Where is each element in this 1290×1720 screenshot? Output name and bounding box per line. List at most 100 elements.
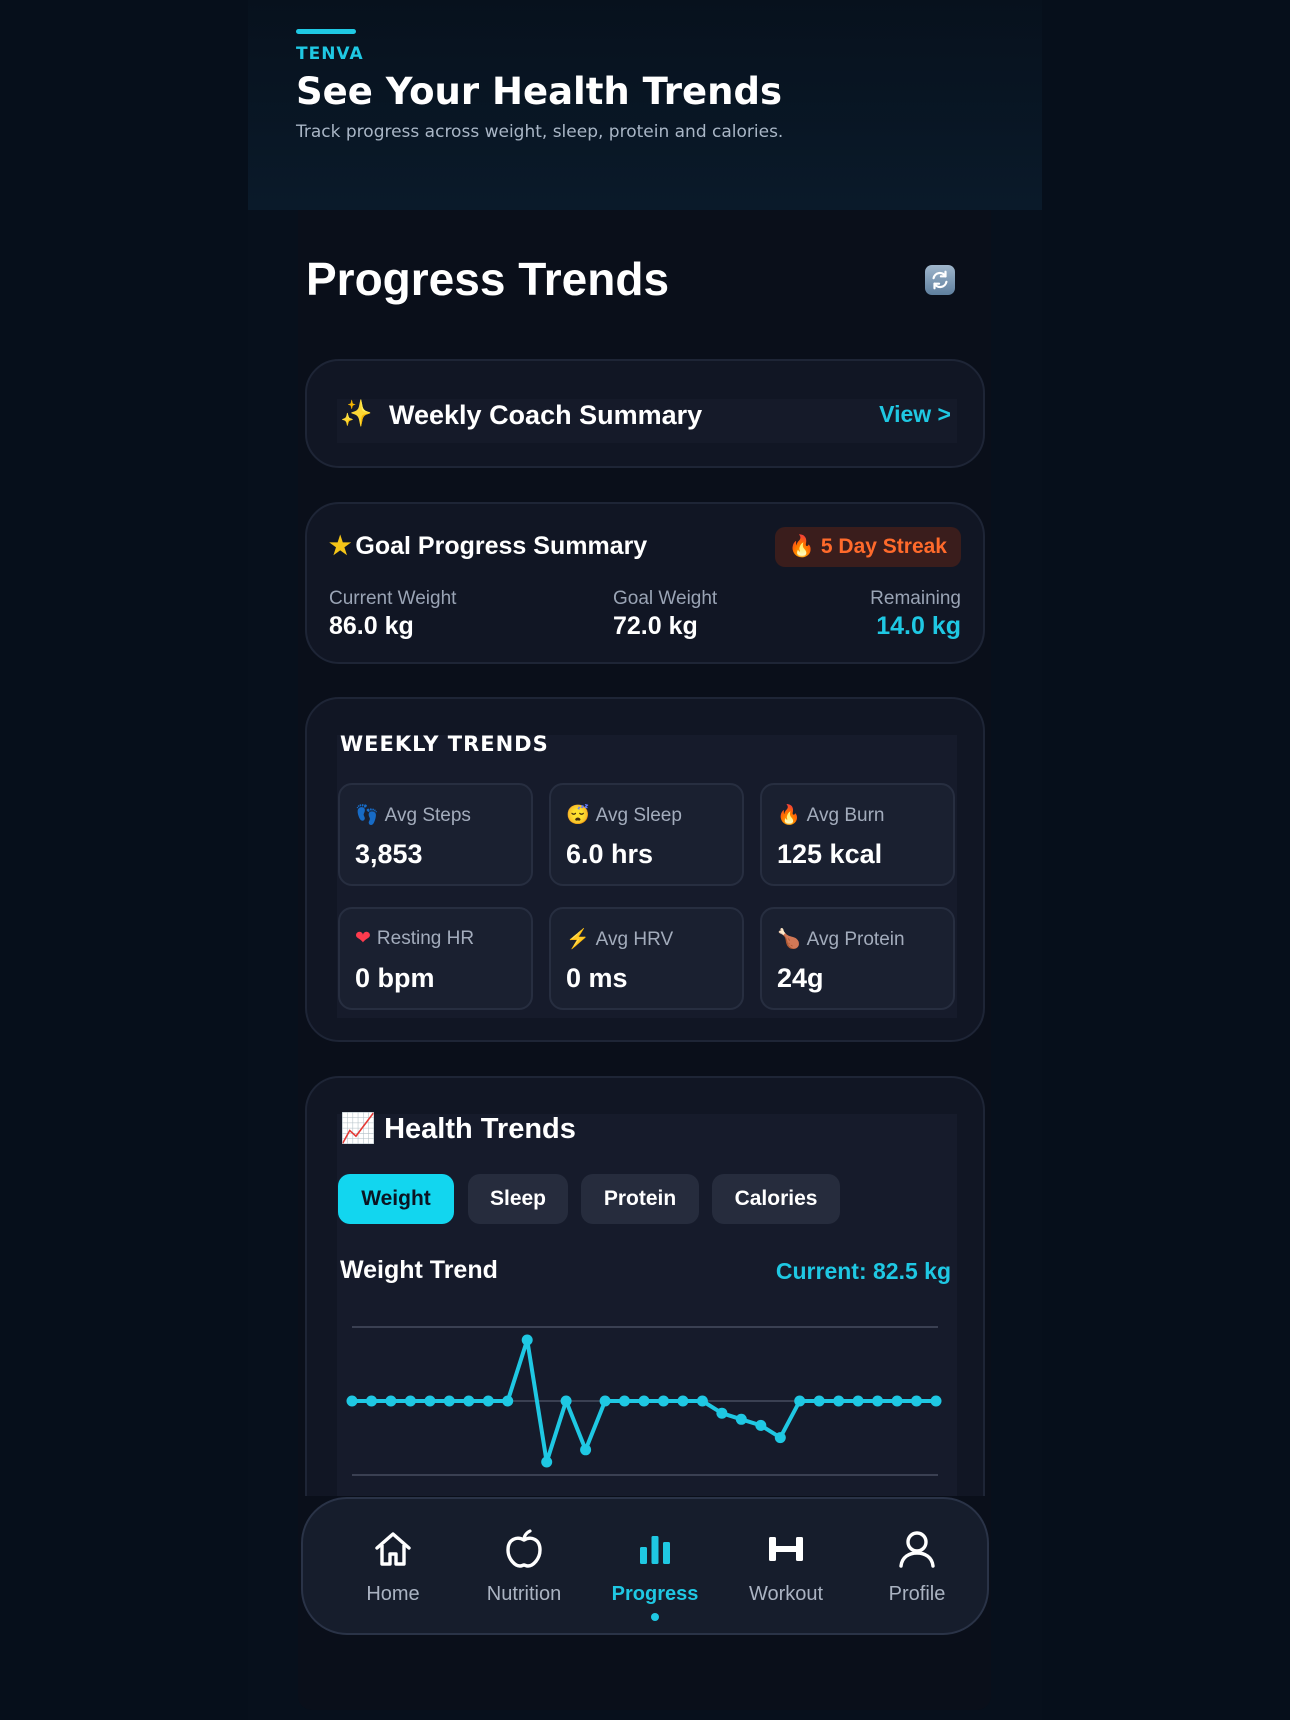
tile-value: 6.0 hrs: [566, 839, 654, 869]
resting-hr-tile: ❤ Resting HR 0 bpm: [338, 907, 533, 1010]
weekly-trends-title: WEEKLY TRENDS: [340, 732, 549, 756]
weight-data-point: [366, 1395, 377, 1407]
weight-data-point: [813, 1395, 825, 1407]
refresh-icon: [932, 270, 948, 290]
lightning-icon: ⚡: [566, 929, 590, 950]
avg-sleep-tile: 😴 Avg Sleep 6.0 hrs: [549, 783, 744, 886]
drumstick-icon: 🍗: [777, 929, 801, 950]
nav-label: Progress: [611, 1583, 699, 1605]
weight-data-point: [658, 1395, 669, 1407]
nav-profile[interactable]: Profile: [857, 1499, 977, 1637]
weight-data-point: [346, 1395, 358, 1407]
tile-label: Avg HRV: [595, 929, 674, 950]
sparkles-icon: ✨: [340, 399, 373, 429]
tab-protein[interactable]: Protein: [581, 1174, 699, 1224]
page-title: Progress Trends: [306, 253, 670, 305]
brand-name: TENVA: [296, 44, 364, 64]
tile-value: 0 bpm: [355, 963, 435, 993]
tile-label: Avg Sleep: [595, 805, 682, 826]
weight-trend-chart: [346, 1326, 942, 1476]
weight-data-point: [443, 1395, 455, 1407]
weight-trend-label: Weight Trend: [340, 1256, 498, 1284]
nav-progress[interactable]: Progress: [595, 1499, 715, 1637]
goal-progress-card: ★ Goal Progress Summary 🔥 5 Day Streak Cur…: [305, 502, 985, 664]
goal-weight-value: 72.0 kg: [613, 612, 698, 640]
weekly-trends-card: WEEKLY TRENDS 👣 Avg Steps 3,853 😴 Avg Slee…: [305, 697, 985, 1042]
goal-progress-title: Goal Progress Summary: [355, 532, 648, 560]
streak-label: 5 Day Streak: [820, 535, 947, 558]
nav-label: Home: [366, 1583, 420, 1605]
weight-data-point: [735, 1413, 747, 1425]
weight-data-point: [911, 1395, 922, 1407]
nav-label: Nutrition: [486, 1583, 562, 1605]
footprints-icon: 👣: [355, 805, 379, 826]
weight-data-point: [638, 1395, 650, 1407]
weight-data-point: [833, 1395, 845, 1407]
coach-view-link[interactable]: View >: [879, 401, 951, 428]
weight-data-point: [794, 1395, 806, 1407]
weight-data-point: [482, 1395, 494, 1407]
sleeping-face-icon: 😴: [566, 805, 590, 826]
fire-icon: 🔥: [777, 805, 801, 826]
weight-data-point: [619, 1395, 630, 1407]
weight-data-point: [599, 1395, 611, 1407]
weight-data-point: [521, 1334, 533, 1346]
hero-title: See Your Health Trends: [296, 70, 782, 113]
tile-label: Avg Steps: [384, 805, 471, 826]
weight-data-point: [852, 1395, 864, 1407]
nav-workout[interactable]: Workout: [726, 1499, 846, 1637]
avg-protein-tile: 🍗 Avg Protein 24g: [760, 907, 955, 1010]
dumbbell-icon: [769, 1537, 803, 1561]
weight-data-point: [755, 1419, 767, 1431]
refresh-button[interactable]: [925, 265, 955, 295]
avg-steps-tile: 👣 Avg Steps 3,853: [338, 783, 533, 886]
nav-label: Workout: [748, 1583, 824, 1605]
weight-data-point: [424, 1395, 436, 1407]
chart-increasing-icon: 📈: [340, 1113, 377, 1145]
tile-label: Avg Protein: [806, 929, 905, 950]
tab-weight[interactable]: Weight: [338, 1174, 454, 1224]
heart-icon: ❤: [355, 928, 371, 949]
weight-data-point: [930, 1395, 942, 1407]
bar-chart-icon: [640, 1536, 670, 1564]
coach-summary-label: Weekly Coach Summary: [389, 400, 703, 430]
remaining-label: Remaining: [870, 588, 961, 609]
weight-data-point: [716, 1407, 728, 1419]
weight-data-point: [560, 1395, 572, 1407]
weight-data-point: [580, 1444, 592, 1456]
weight-data-point: [404, 1395, 416, 1407]
bottom-nav: Home Nutrition Progress Workout Profile: [301, 1497, 989, 1635]
nav-nutrition[interactable]: Nutrition: [464, 1499, 584, 1637]
streak-badge: 🔥 5 Day Streak: [774, 527, 961, 567]
tile-value: 3,853: [355, 839, 423, 869]
tile-value: 24g: [777, 963, 824, 993]
goal-weight-label: Goal Weight: [613, 588, 718, 609]
weight-data-point: [696, 1395, 708, 1407]
hero-subtitle: Track progress across weight, sleep, pro…: [296, 122, 784, 142]
tab-sleep[interactable]: Sleep: [468, 1174, 568, 1224]
health-trends-heading: 📈 Health Trends: [340, 1112, 576, 1146]
weight-data-point: [502, 1395, 514, 1407]
tile-label: Avg Burn: [806, 805, 885, 826]
weight-data-point: [385, 1395, 397, 1407]
nav-label: Profile: [888, 1583, 946, 1605]
fire-icon: 🔥: [788, 535, 815, 558]
weight-data-point: [872, 1395, 884, 1407]
weight-data-point: [891, 1395, 903, 1407]
active-indicator-dot: [651, 1613, 659, 1621]
user-icon: [899, 1531, 935, 1568]
weight-data-point: [541, 1456, 553, 1468]
avg-burn-tile: 🔥 Avg Burn 125 kcal: [760, 783, 955, 886]
weight-data-point: [463, 1395, 475, 1407]
current-weight-label: Current Weight: [329, 588, 457, 609]
tile-value: 125 kcal: [777, 839, 883, 869]
coach-summary-card[interactable]: ✨ Weekly Coach Summary View >: [305, 359, 985, 468]
tab-calories[interactable]: Calories: [712, 1174, 840, 1224]
nav-home[interactable]: Home: [333, 1499, 453, 1637]
current-weight-value: 86.0 kg: [329, 612, 414, 640]
star-icon: ★: [329, 532, 352, 560]
goal-progress-heading: ★ Goal Progress Summary: [329, 531, 647, 561]
weight-data-point: [774, 1432, 786, 1444]
current-weight-readout: Current: 82.5 kg: [775, 1258, 951, 1284]
health-trends-title: Health Trends: [384, 1113, 576, 1145]
